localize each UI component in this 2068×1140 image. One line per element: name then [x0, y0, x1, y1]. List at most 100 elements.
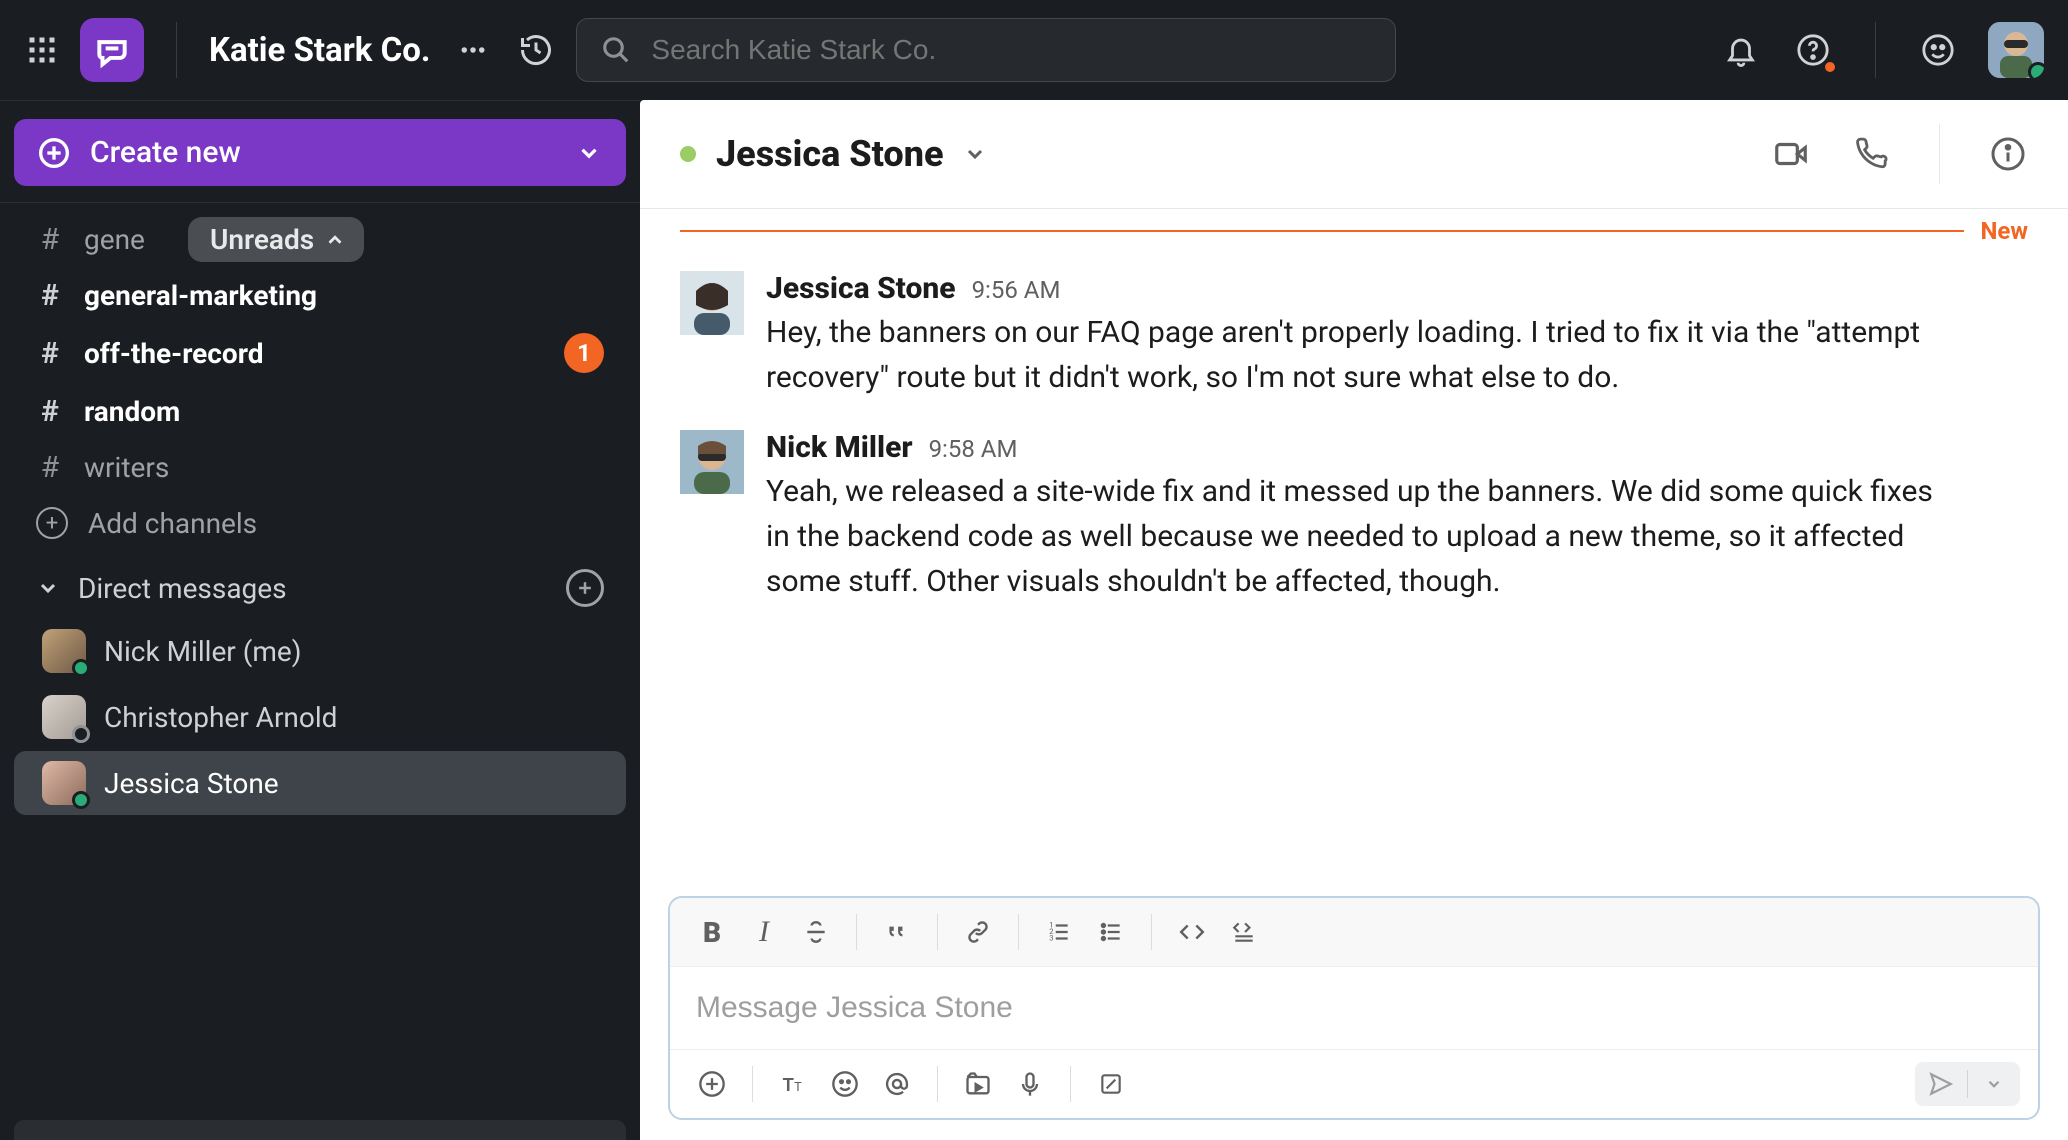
compose-toolbar: TT [670, 1049, 2038, 1118]
sidebar: Create new # gene Unreads # general-mark… [0, 100, 640, 1140]
bold-button[interactable]: B [688, 908, 736, 956]
compose-input[interactable] [696, 991, 2012, 1025]
divider [752, 1066, 753, 1102]
dm-row[interactable]: Nick Miller (me) [14, 619, 626, 683]
phone-call-icon[interactable] [1851, 134, 1891, 174]
chevron-down-icon [36, 576, 60, 600]
unreads-pill[interactable]: Unreads [188, 217, 364, 262]
chevron-up-icon [324, 229, 346, 251]
help-badge-icon [1823, 60, 1837, 74]
dm-name: Nick Miller (me) [104, 635, 301, 668]
create-new-label: Create new [90, 135, 241, 170]
add-dm-button[interactable] [566, 569, 604, 607]
avatar [42, 761, 86, 805]
avatar [42, 629, 86, 673]
channel-name: writers [84, 451, 169, 484]
dm-name: Christopher Arnold [104, 701, 337, 734]
format-toolbar: B I 123 [670, 898, 2038, 967]
info-icon[interactable] [1988, 134, 2028, 174]
dm-row[interactable]: Jessica Stone [14, 751, 626, 815]
italic-button[interactable]: I [740, 908, 788, 956]
channel-row[interactable]: # random [0, 383, 640, 439]
hash-icon: # [36, 336, 64, 371]
presence-online-icon [72, 659, 90, 677]
presence-online-icon [72, 791, 90, 809]
mention-button[interactable] [873, 1060, 921, 1108]
channel-row[interactable]: # gene Unreads [0, 211, 640, 267]
apps-grid-icon[interactable] [24, 32, 60, 68]
plus-circle-icon [38, 137, 70, 169]
chat-pane: Jessica Stone New [640, 100, 2068, 1140]
search-input[interactable] [651, 34, 1371, 66]
channel-name: gene [84, 223, 145, 256]
plus-circle-icon: + [36, 507, 68, 539]
send-options-button[interactable] [1968, 1062, 2020, 1106]
shortcuts-button[interactable] [1087, 1060, 1135, 1108]
top-bar: Katie Stark Co. [0, 0, 2068, 100]
divider [937, 1066, 938, 1102]
format-toggle-button[interactable]: TT [769, 1060, 817, 1108]
add-channels-label: Add channels [88, 507, 257, 540]
more-menu-icon[interactable] [450, 35, 496, 65]
add-channels-button[interactable]: + Add channels [0, 495, 640, 551]
send-button[interactable] [1915, 1062, 1967, 1106]
divider [1875, 22, 1876, 78]
channel-row[interactable]: # general-marketing [0, 267, 640, 323]
divider [0, 202, 640, 203]
hash-icon: # [36, 278, 64, 313]
divider [856, 914, 857, 950]
user-avatar[interactable] [1988, 22, 2044, 78]
notifications-icon[interactable] [1719, 28, 1763, 72]
video-call-icon[interactable] [1771, 134, 1811, 174]
dm-section-header[interactable]: Direct messages [0, 551, 640, 617]
unread-badge: 1 [564, 333, 604, 373]
bullet-list-button[interactable] [1087, 908, 1135, 956]
hash-icon: # [36, 222, 64, 257]
message-author[interactable]: Nick Miller [766, 430, 913, 465]
divider [1151, 914, 1152, 950]
divider [1939, 124, 1940, 184]
emoji-smile-icon[interactable] [1916, 28, 1960, 72]
help-icon[interactable] [1791, 28, 1835, 72]
message-time: 9:56 AM [972, 276, 1061, 304]
emoji-button[interactable] [821, 1060, 869, 1108]
message-author[interactable]: Jessica Stone [766, 271, 956, 306]
chevron-down-icon [576, 140, 602, 166]
hash-icon: # [36, 394, 64, 429]
search-box[interactable] [576, 18, 1396, 82]
chat-title[interactable]: Jessica Stone [716, 133, 943, 175]
code-block-button[interactable] [1220, 908, 1268, 956]
chat-header: Jessica Stone [640, 100, 2068, 209]
message-text: Yeah, we released a site-wide fix and it… [766, 469, 1946, 604]
message: Nick Miller 9:58 AM Yeah, we released a … [680, 420, 2028, 624]
divider [1070, 1066, 1071, 1102]
create-new-button[interactable]: Create new [14, 119, 626, 186]
message-text: Hey, the banners on our FAQ page aren't … [766, 310, 1946, 400]
channel-name: general-marketing [84, 279, 317, 312]
code-button[interactable] [1168, 908, 1216, 956]
divider [1018, 914, 1019, 950]
hash-icon: # [36, 450, 64, 485]
ordered-list-button[interactable]: 123 [1035, 908, 1083, 956]
history-icon[interactable] [516, 30, 556, 70]
new-messages-divider: New [640, 209, 2068, 245]
audio-clip-button[interactable] [1006, 1060, 1054, 1108]
dm-row[interactable]: Christopher Arnold [14, 685, 626, 749]
blockquote-button[interactable] [873, 908, 921, 956]
message: Jessica Stone 9:56 AM Hey, the banners o… [680, 261, 2028, 420]
video-clip-button[interactable] [954, 1060, 1002, 1108]
workspace-name[interactable]: Katie Stark Co. [209, 31, 430, 70]
attach-button[interactable] [688, 1060, 736, 1108]
avatar[interactable] [680, 271, 744, 335]
search-icon [601, 35, 631, 65]
link-button[interactable] [954, 908, 1002, 956]
channel-row[interactable]: # writers [0, 439, 640, 495]
presence-online-icon [680, 146, 696, 162]
presence-online-icon [2028, 62, 2044, 78]
chat-title-menu[interactable] [963, 142, 987, 166]
avatar[interactable] [680, 430, 744, 494]
strikethrough-button[interactable] [792, 908, 840, 956]
workspace-logo[interactable] [80, 18, 144, 82]
channel-row[interactable]: # off-the-record 1 [0, 323, 640, 383]
send-button-group [1915, 1062, 2020, 1106]
